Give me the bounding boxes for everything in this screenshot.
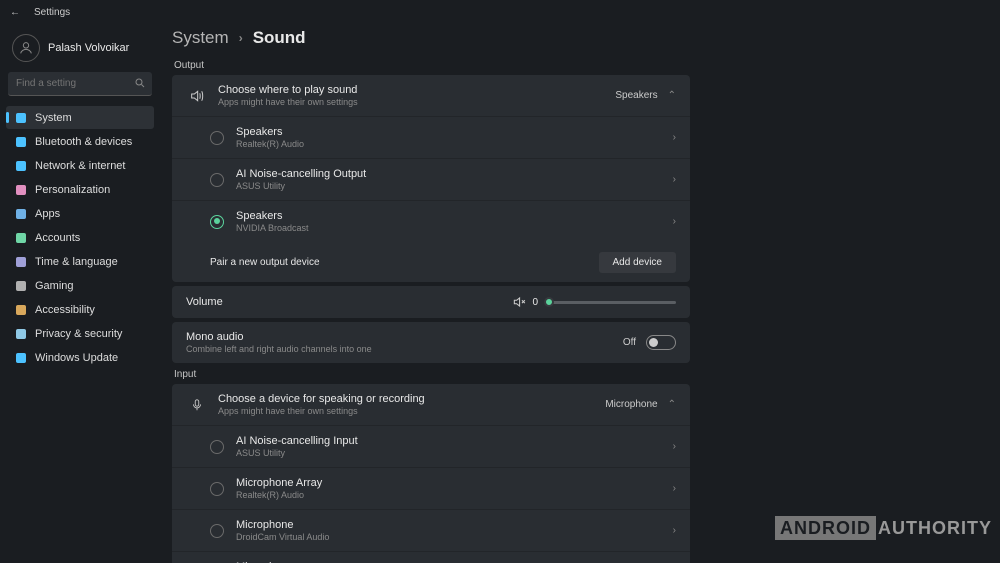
sidebar-item-bluetooth-devices[interactable]: Bluetooth & devices [6, 130, 154, 153]
search-icon [134, 77, 146, 89]
radio-button[interactable] [210, 524, 224, 538]
input-device-row[interactable]: MicrophoneNVIDIA Broadcast› [172, 552, 690, 563]
sidebar-item-label: Gaming [35, 280, 74, 292]
breadcrumb: System › Sound [172, 28, 690, 48]
sidebar-item-label: Apps [35, 208, 60, 220]
output-section-title: Output [174, 60, 690, 71]
input-device-row[interactable]: Microphone ArrayRealtek(R) Audio› [172, 468, 690, 510]
sidebar-item-label: Network & internet [35, 160, 125, 172]
sidebar-item-accessibility[interactable]: Accessibility [6, 298, 154, 321]
page-title: Sound [253, 28, 306, 48]
chevron-right-icon: › [673, 441, 676, 452]
profile-name: Palash Volvoikar [48, 42, 129, 54]
speaker-icon [186, 88, 208, 104]
input-card: Choose a device for speaking or recordin… [172, 384, 690, 563]
sidebar-item-label: System [35, 112, 72, 124]
microphone-icon [186, 398, 208, 412]
search-box[interactable] [8, 72, 152, 96]
output-volume-card: Volume 0 [172, 286, 690, 318]
breadcrumb-parent[interactable]: System [172, 28, 229, 48]
input-device-row[interactable]: MicrophoneDroidCam Virtual Audio› [172, 510, 690, 552]
sidebar-item-system[interactable]: System [6, 106, 154, 129]
search-input[interactable] [8, 72, 152, 96]
chevron-right-icon: › [673, 132, 676, 143]
output-card: Choose where to play sound Apps might ha… [172, 75, 690, 282]
sidebar-item-label: Accounts [35, 232, 80, 244]
input-device-row[interactable]: AI Noise-cancelling InputASUS Utility› [172, 426, 690, 468]
mono-audio-card[interactable]: Mono audio Combine left and right audio … [172, 322, 690, 363]
pair-output-row: Pair a new output device Add device [172, 242, 690, 282]
display-icon [14, 111, 27, 124]
chevron-right-icon: › [673, 216, 676, 227]
output-device-row[interactable]: SpeakersNVIDIA Broadcast› [172, 201, 690, 242]
game-icon [14, 279, 27, 292]
apps-icon [14, 207, 27, 220]
mono-audio-toggle[interactable] [646, 335, 676, 350]
bt-icon [14, 135, 27, 148]
sidebar-item-label: Time & language [35, 256, 118, 268]
choose-input-row[interactable]: Choose a device for speaking or recordin… [172, 384, 690, 426]
access-icon [14, 303, 27, 316]
clock-icon [14, 255, 27, 268]
chevron-right-icon: › [673, 525, 676, 536]
sidebar: Palash Volvoikar System Bluetooth & devic… [0, 24, 160, 563]
chevron-right-icon: › [239, 31, 243, 45]
main-content: System › Sound Output Choose where to pl… [160, 24, 1000, 563]
window-title: Settings [34, 7, 70, 18]
sidebar-item-label: Bluetooth & devices [35, 136, 132, 148]
nav-list: System Bluetooth & devices Network & inter… [6, 106, 154, 370]
sidebar-item-gaming[interactable]: Gaming [6, 274, 154, 297]
back-button[interactable]: ← [10, 7, 20, 18]
chevron-right-icon: › [673, 483, 676, 494]
volume-mute-icon[interactable] [512, 295, 526, 309]
sidebar-item-windows-update[interactable]: Windows Update [6, 346, 154, 369]
profile[interactable]: Palash Volvoikar [6, 30, 154, 72]
radio-button[interactable] [210, 131, 224, 145]
output-device-row[interactable]: AI Noise-cancelling OutputASUS Utility› [172, 159, 690, 201]
radio-button[interactable] [210, 215, 224, 229]
chevron-up-icon: ⌃ [668, 399, 676, 410]
output-volume-row: Volume 0 [172, 286, 690, 318]
person-icon [14, 231, 27, 244]
sidebar-item-personalization[interactable]: Personalization [6, 178, 154, 201]
chevron-right-icon: › [673, 174, 676, 185]
radio-button[interactable] [210, 440, 224, 454]
avatar-icon [12, 34, 40, 62]
sidebar-item-network-internet[interactable]: Network & internet [6, 154, 154, 177]
sidebar-item-label: Windows Update [35, 352, 118, 364]
update-icon [14, 351, 27, 364]
sidebar-item-time-language[interactable]: Time & language [6, 250, 154, 273]
radio-button[interactable] [210, 482, 224, 496]
sidebar-item-label: Accessibility [35, 304, 95, 316]
brush-icon [14, 183, 27, 196]
input-section-title: Input [174, 369, 690, 380]
output-device-row[interactable]: SpeakersRealtek(R) Audio› [172, 117, 690, 159]
watermark: ANDROIDAUTHORITY [775, 518, 992, 539]
radio-button[interactable] [210, 173, 224, 187]
sidebar-item-apps[interactable]: Apps [6, 202, 154, 225]
output-volume-slider[interactable] [546, 301, 676, 304]
sidebar-item-accounts[interactable]: Accounts [6, 226, 154, 249]
wifi-icon [14, 159, 27, 172]
choose-output-row[interactable]: Choose where to play sound Apps might ha… [172, 75, 690, 117]
sidebar-item-label: Privacy & security [35, 328, 122, 340]
sidebar-item-label: Personalization [35, 184, 110, 196]
chevron-up-icon: ⌃ [668, 90, 676, 101]
shield-icon [14, 327, 27, 340]
add-output-device-button[interactable]: Add device [599, 252, 676, 273]
sidebar-item-privacy-security[interactable]: Privacy & security [6, 322, 154, 345]
